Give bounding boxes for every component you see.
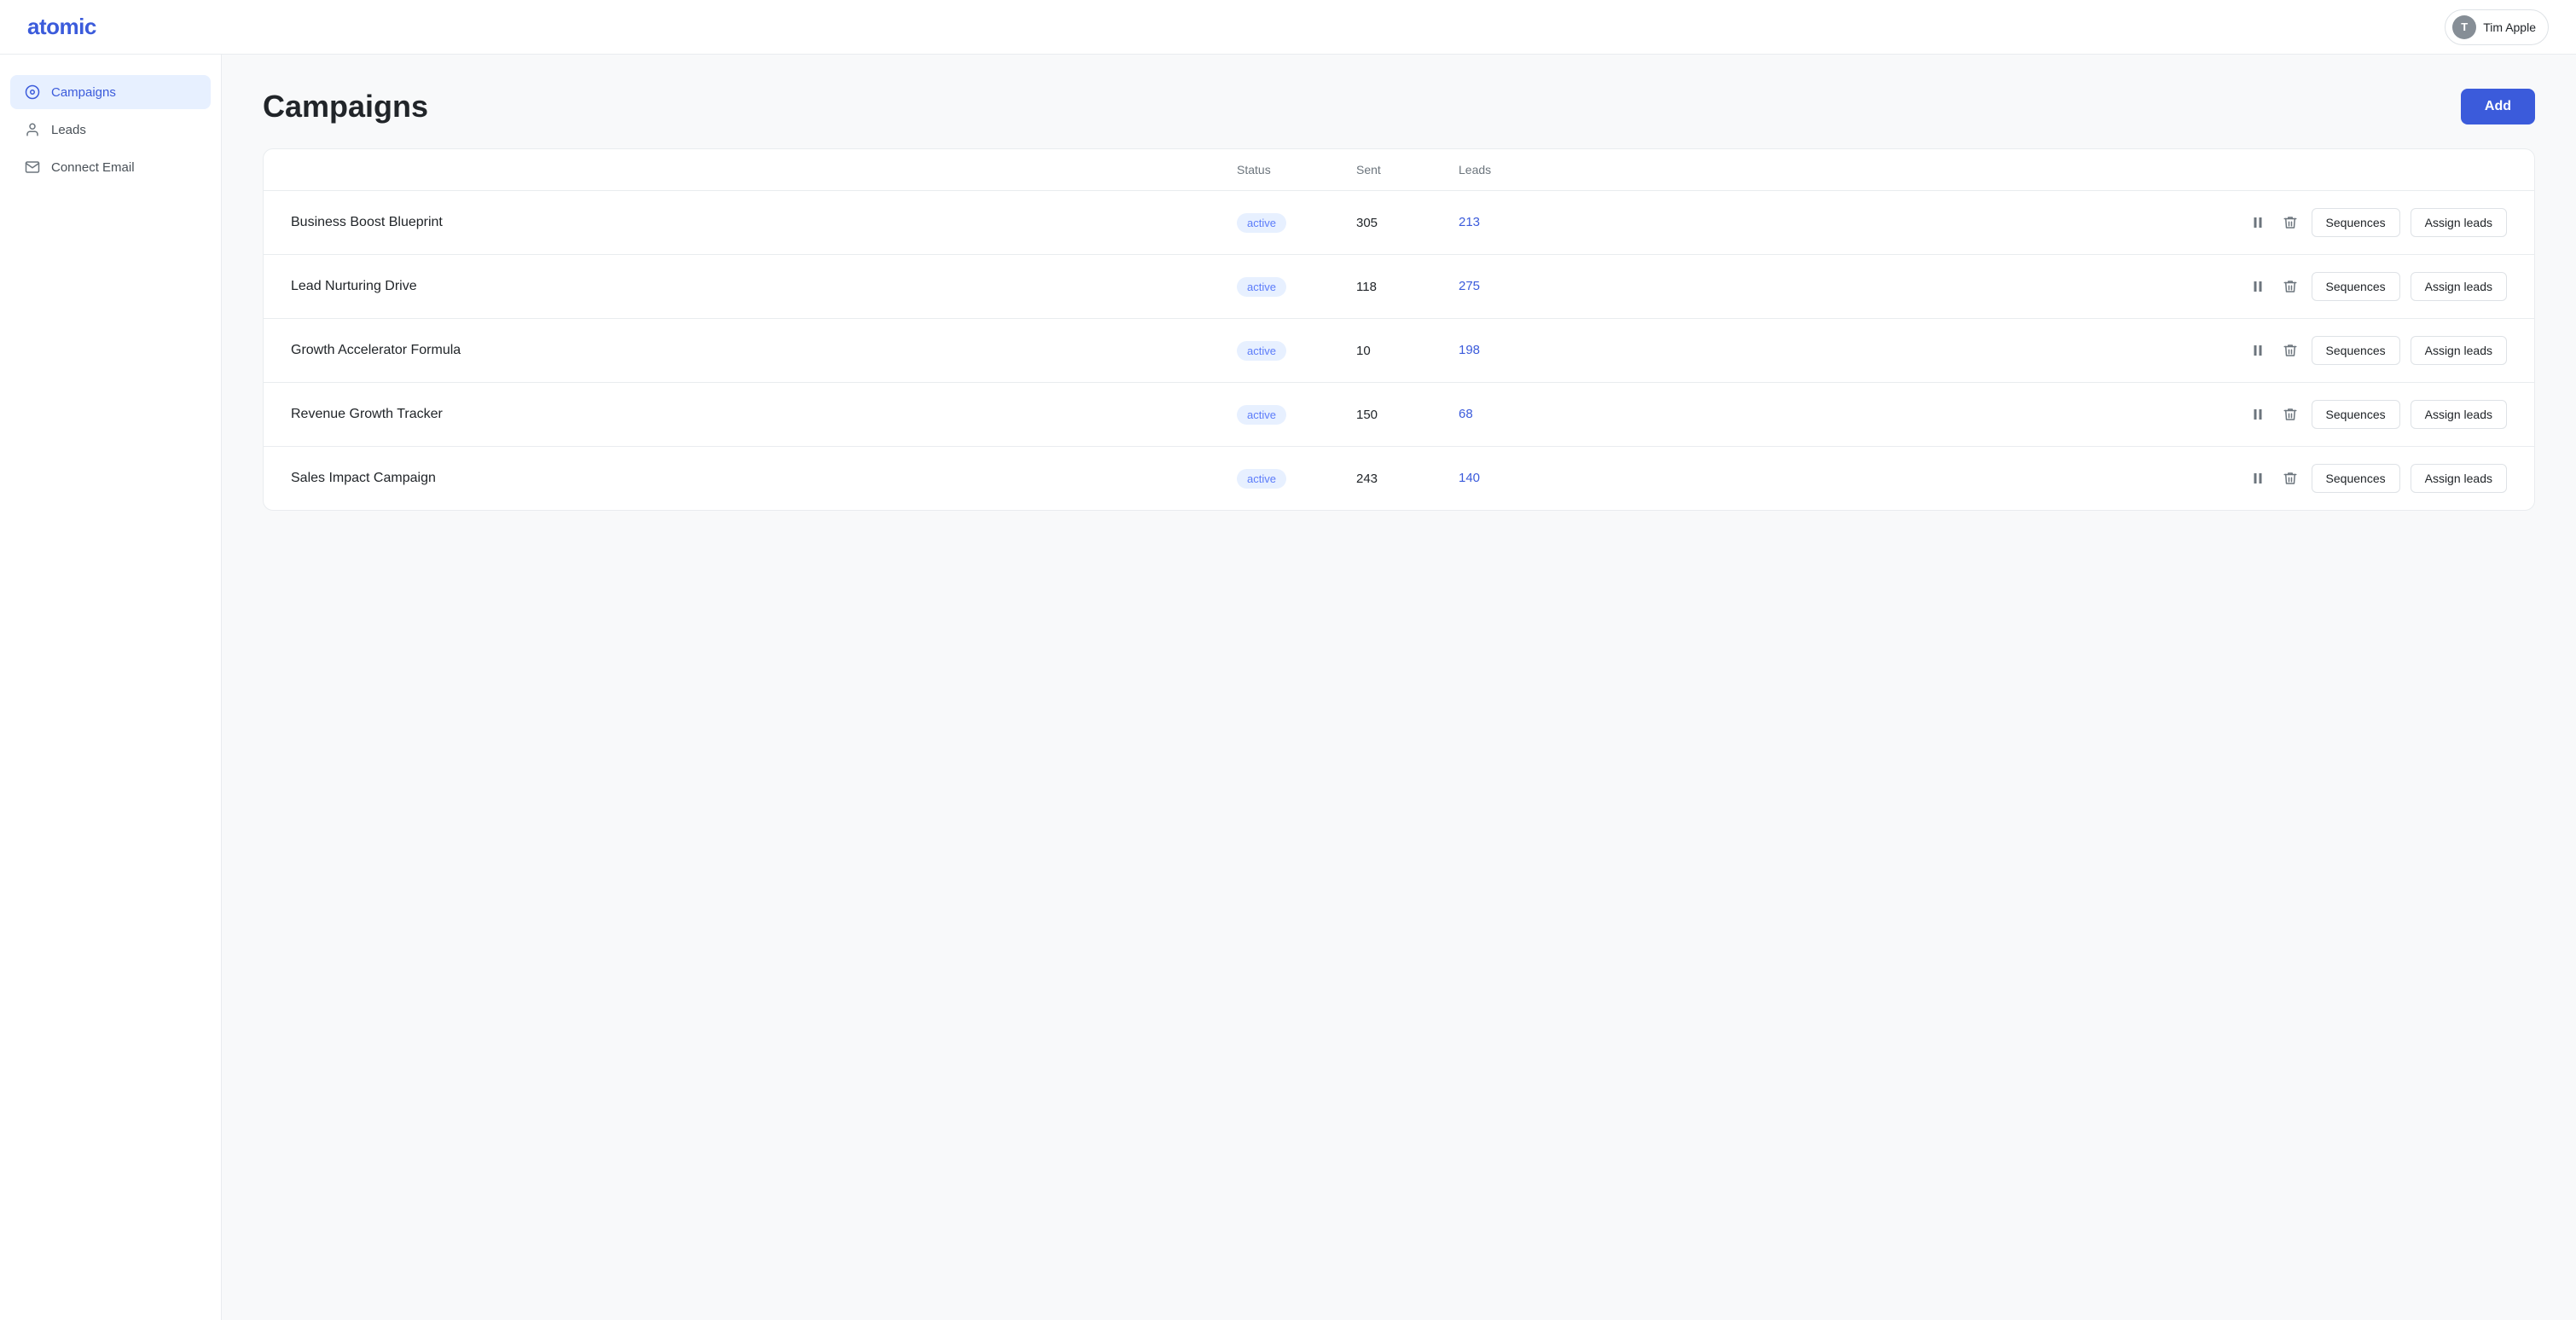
campaigns-icon [24, 84, 41, 101]
status-cell: active [1237, 213, 1356, 233]
assign-leads-button[interactable]: Assign leads [2411, 336, 2507, 365]
row-actions: Sequences Assign leads [1561, 336, 2507, 365]
row-actions: Sequences Assign leads [1561, 464, 2507, 493]
leads-icon [24, 121, 41, 138]
pause-button[interactable] [2247, 339, 2269, 362]
assign-leads-button[interactable]: Assign leads [2411, 464, 2507, 493]
leads-cell: 140 [1459, 471, 1561, 486]
avatar: T [2452, 15, 2476, 39]
sequences-button[interactable]: Sequences [2312, 208, 2400, 237]
campaigns-table: Status Sent Leads Business Boost Bluepri… [263, 148, 2535, 511]
status-cell: active [1237, 469, 1356, 489]
user-menu[interactable]: T Tim Apple [2445, 9, 2549, 45]
leads-link[interactable]: 213 [1459, 215, 1480, 229]
col-name [291, 163, 1237, 177]
assign-leads-button[interactable]: Assign leads [2411, 400, 2507, 429]
status-cell: active [1237, 341, 1356, 361]
leads-cell: 275 [1459, 279, 1561, 294]
status-badge: active [1237, 277, 1286, 297]
status-cell: active [1237, 277, 1356, 297]
page-header: Campaigns Add [263, 89, 2535, 124]
leads-cell: 68 [1459, 407, 1561, 422]
main-content: Campaigns Add Status Sent Leads Business… [222, 55, 2576, 1320]
col-actions [1561, 163, 2507, 177]
sidebar: Campaigns Leads Connect Email [0, 55, 222, 1320]
sidebar-item-campaigns[interactable]: Campaigns [10, 75, 211, 109]
sidebar-item-connect-email[interactable]: Connect Email [10, 150, 211, 184]
row-actions: Sequences Assign leads [1561, 272, 2507, 301]
leads-link[interactable]: 68 [1459, 407, 1473, 421]
page-title: Campaigns [263, 89, 428, 124]
layout: Campaigns Leads Connect Email [0, 55, 2576, 1320]
status-badge: active [1237, 213, 1286, 233]
campaign-name: Revenue Growth Tracker [291, 407, 1237, 422]
sequences-button[interactable]: Sequences [2312, 400, 2400, 429]
sequences-button[interactable]: Sequences [2312, 336, 2400, 365]
campaign-name: Sales Impact Campaign [291, 471, 1237, 486]
table-row: Business Boost Blueprint active 305 213 [264, 191, 2534, 255]
status-badge: active [1237, 469, 1286, 489]
delete-button[interactable] [2279, 275, 2301, 298]
user-name: Tim Apple [2483, 20, 2536, 34]
col-status: Status [1237, 163, 1356, 177]
sent-count: 150 [1356, 408, 1459, 422]
col-leads: Leads [1459, 163, 1561, 177]
pause-button[interactable] [2247, 467, 2269, 489]
status-cell: active [1237, 405, 1356, 425]
leads-link[interactable]: 275 [1459, 279, 1480, 293]
table-header: Status Sent Leads [264, 149, 2534, 191]
table-row: Revenue Growth Tracker active 150 68 [264, 383, 2534, 447]
sidebar-item-campaigns-label: Campaigns [51, 85, 116, 100]
status-badge: active [1237, 341, 1286, 361]
leads-link[interactable]: 198 [1459, 343, 1480, 357]
email-icon [24, 159, 41, 176]
sidebar-item-connect-email-label: Connect Email [51, 160, 135, 175]
leads-link[interactable]: 140 [1459, 471, 1480, 485]
app-logo: atomic [27, 14, 96, 40]
status-badge: active [1237, 405, 1286, 425]
sent-count: 305 [1356, 216, 1459, 230]
assign-leads-button[interactable]: Assign leads [2411, 208, 2507, 237]
sidebar-item-leads[interactable]: Leads [10, 113, 211, 147]
table-row: Growth Accelerator Formula active 10 198 [264, 319, 2534, 383]
topbar: atomic T Tim Apple [0, 0, 2576, 55]
table-row: Sales Impact Campaign active 243 140 [264, 447, 2534, 510]
delete-button[interactable] [2279, 467, 2301, 489]
campaign-name: Lead Nurturing Drive [291, 279, 1237, 294]
table-body: Business Boost Blueprint active 305 213 [264, 191, 2534, 510]
sequences-button[interactable]: Sequences [2312, 272, 2400, 301]
assign-leads-button[interactable]: Assign leads [2411, 272, 2507, 301]
sent-count: 243 [1356, 472, 1459, 486]
sidebar-item-leads-label: Leads [51, 123, 86, 137]
add-campaign-button[interactable]: Add [2461, 89, 2535, 124]
sequences-button[interactable]: Sequences [2312, 464, 2400, 493]
delete-button[interactable] [2279, 211, 2301, 234]
row-actions: Sequences Assign leads [1561, 208, 2507, 237]
sent-count: 118 [1356, 280, 1459, 294]
pause-button[interactable] [2247, 275, 2269, 298]
campaign-name: Business Boost Blueprint [291, 215, 1237, 230]
table-row: Lead Nurturing Drive active 118 275 [264, 255, 2534, 319]
delete-button[interactable] [2279, 403, 2301, 426]
delete-button[interactable] [2279, 339, 2301, 362]
leads-cell: 198 [1459, 343, 1561, 358]
pause-button[interactable] [2247, 211, 2269, 234]
campaign-name: Growth Accelerator Formula [291, 343, 1237, 358]
sent-count: 10 [1356, 344, 1459, 358]
leads-cell: 213 [1459, 215, 1561, 230]
col-sent: Sent [1356, 163, 1459, 177]
row-actions: Sequences Assign leads [1561, 400, 2507, 429]
pause-button[interactable] [2247, 403, 2269, 426]
